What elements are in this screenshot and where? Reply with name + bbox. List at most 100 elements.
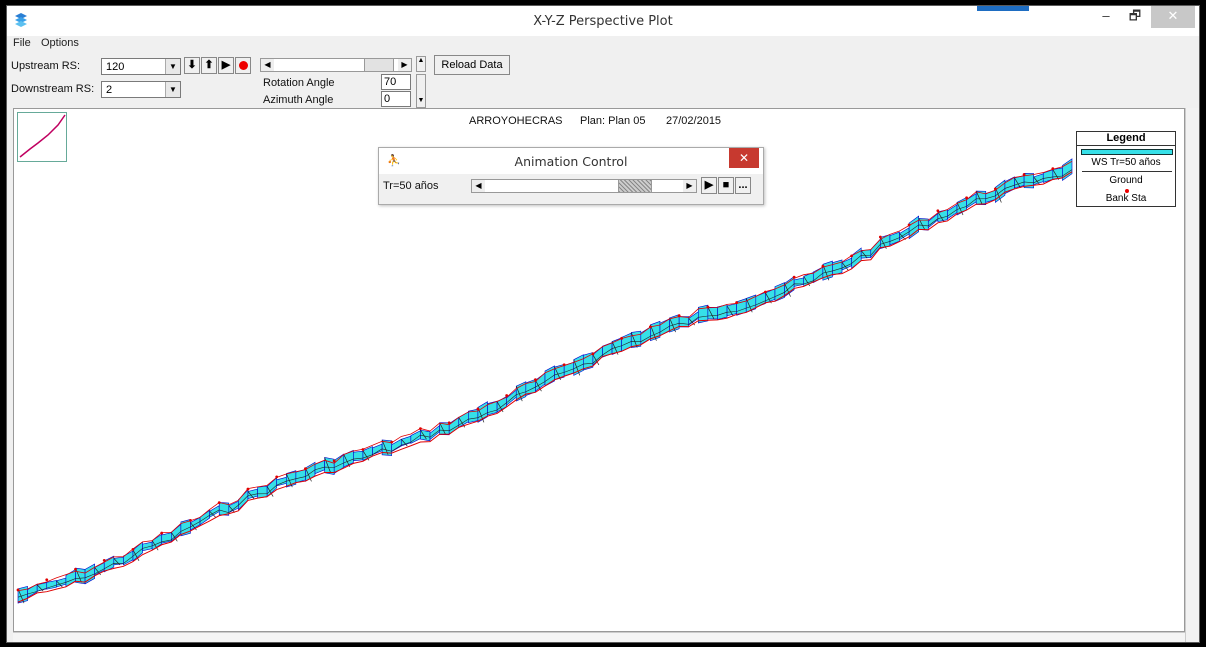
bank-station-point [419, 427, 422, 431]
bank-station-point [534, 378, 537, 382]
bank-station-point [821, 264, 825, 268]
water-surface-segment [238, 489, 249, 511]
bank-station-point [850, 254, 854, 258]
bank-station-point [131, 548, 135, 551]
animation-title: Animation Control [514, 154, 628, 169]
scroll-left-icon[interactable]: ◀ [472, 180, 485, 192]
arrow-down-icon[interactable]: ⬇ [184, 57, 200, 74]
play-icon[interactable]: ▶ [218, 57, 234, 74]
animation-close-button[interactable]: ✕ [729, 148, 759, 168]
bank-station-point [562, 363, 566, 367]
bank-station-point [102, 558, 106, 562]
water-surface-segment [257, 485, 268, 499]
chevron-down-icon[interactable]: ▼ [165, 59, 180, 74]
upstream-rs-value: 120 [106, 61, 125, 73]
azimuth-angle-field[interactable]: 0 [381, 91, 411, 107]
bank-station-point [907, 223, 911, 227]
water-swatch [1081, 149, 1173, 155]
azimuth-angle-label: Azimuth Angle [263, 94, 334, 106]
main-window: X-Y-Z Perspective Plot – 🗗 ✕ File Option… [6, 5, 1200, 643]
water-surface-segment [678, 316, 690, 328]
downstream-rs-label: Downstream RS: [11, 83, 95, 95]
bank-station-point [217, 501, 221, 504]
water-surface-segment [209, 505, 220, 518]
bank-station-point [447, 421, 451, 425]
bank-station-point [45, 578, 49, 582]
bank-station-point [16, 588, 20, 592]
menu-bar: File Options [7, 36, 1199, 52]
plot-area[interactable]: ARROYOHECRAS Plan: Plan 05 27/02/2015 Le… [13, 108, 1185, 632]
legend-box: Legend WS Tr=50 años Ground Bank Sta [1076, 131, 1176, 207]
animation-dialog-header: ⛹ Animation Control ✕ [379, 148, 763, 174]
bank-station-point [763, 290, 767, 294]
water-surface-segment [793, 277, 805, 287]
bank-station-point [74, 567, 77, 571]
rotation-spinner[interactable]: ▲ [416, 56, 426, 72]
menu-file[interactable]: File [13, 37, 31, 49]
legend-ws: WS Tr=50 años [1091, 157, 1161, 168]
bank-station-point [246, 487, 250, 491]
bank-station-point [649, 325, 652, 329]
water-surface-segment [448, 416, 460, 435]
water-surface-segment [927, 212, 939, 229]
bank-station-point [275, 475, 279, 479]
close-button[interactable]: ✕ [1151, 6, 1195, 28]
vertical-scrollbar[interactable] [1185, 108, 1199, 642]
bank-station-point [936, 209, 940, 213]
record-icon[interactable] [235, 57, 251, 74]
window-title: X-Y-Z Perspective Plot [533, 14, 673, 29]
bank-station-point [390, 440, 394, 444]
legend-title: Legend [1077, 132, 1175, 146]
bank-station-point [505, 394, 509, 397]
downstream-rs-select[interactable]: 2 ▼ [101, 81, 181, 98]
water-surface-segment [410, 430, 421, 444]
water-surface-segment [199, 509, 210, 526]
bank-station-point [706, 305, 710, 309]
bank-station-point [304, 467, 307, 471]
menu-options[interactable]: Options [41, 37, 79, 49]
bank-station-point [332, 459, 336, 463]
bank-station-point [878, 235, 882, 239]
bank-station-point [1022, 173, 1026, 176]
scroll-left-icon[interactable]: ◀ [261, 59, 274, 71]
maximize-button[interactable]: 🗗 [1121, 6, 1149, 28]
reload-data-button[interactable]: Reload Data [434, 55, 510, 75]
ground-line [1082, 171, 1172, 172]
bank-station-point [1051, 167, 1055, 170]
bank-station-point [735, 301, 739, 304]
stop-icon[interactable]: ■ [718, 177, 734, 194]
rotation-angle-label: Rotation Angle [263, 77, 335, 89]
bank-station-point [361, 448, 365, 451]
legend-bank: Bank Sta [1105, 193, 1147, 204]
water-surface-segment [266, 477, 278, 498]
azimuth-spinner[interactable]: ▼ [416, 74, 426, 108]
downstream-rs-value: 2 [106, 84, 113, 96]
scroll-thumb[interactable] [618, 180, 652, 192]
scroll-thumb[interactable] [364, 59, 394, 71]
rotation-scrollbar[interactable]: ◀ ▶ [260, 58, 412, 72]
play-icon[interactable]: ▶ [701, 177, 717, 194]
upstream-rs-select[interactable]: 120 ▼ [101, 58, 181, 75]
animation-control-dialog: ⛹ Animation Control ✕ Tr=50 años ◀ ▶ ▶ ■… [378, 147, 764, 205]
upstream-rs-label: Upstream RS: [11, 60, 81, 72]
minimize-button[interactable]: – [1092, 6, 1120, 28]
animation-profile-label: Tr=50 años [383, 180, 439, 192]
scroll-right-icon[interactable]: ▶ [398, 59, 411, 71]
scroll-right-icon[interactable]: ▶ [683, 180, 696, 192]
water-surface-segment [353, 450, 364, 462]
legend-ground: Ground [1109, 175, 1143, 186]
arrow-up-icon[interactable]: ⬆ [201, 57, 217, 74]
bank-station-point [792, 275, 796, 279]
more-options-button[interactable]: ... [735, 177, 751, 194]
bank-station-point [476, 407, 480, 411]
bank-station-point [993, 187, 997, 191]
rotation-angle-field[interactable]: 70 [381, 74, 411, 90]
chevron-down-icon[interactable]: ▼ [165, 82, 180, 97]
horizontal-scrollbar[interactable] [13, 632, 1185, 642]
bank-station-point [591, 352, 595, 356]
bank-station-point [189, 518, 192, 522]
bank-station-point [677, 314, 681, 318]
bank-station-point [965, 196, 968, 200]
bank-station-point [160, 531, 164, 535]
animation-scrollbar[interactable]: ◀ ▶ [471, 179, 697, 193]
